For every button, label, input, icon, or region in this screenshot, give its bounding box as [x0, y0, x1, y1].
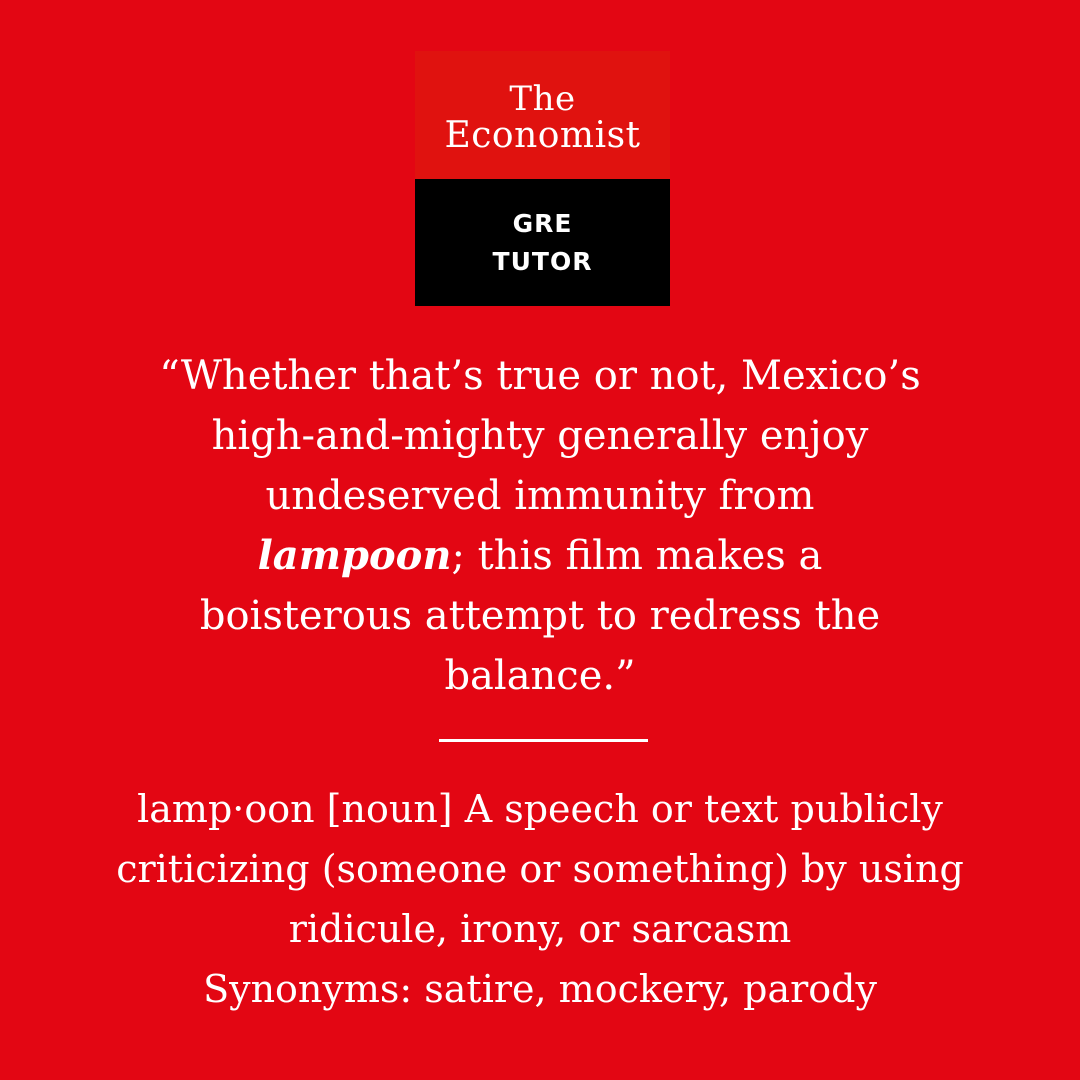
economist-logo: The Economist GRE TUTOR — [415, 51, 670, 306]
definition-line-3: ridicule, irony, or sarcasm — [288, 907, 792, 951]
quote-line-2: high-and-mighty generally enjoy — [211, 413, 869, 459]
quote-line-4-rest: ; this film makes a — [451, 533, 823, 579]
logo-subtitle-block: GRE TUTOR — [415, 179, 670, 306]
logo-economist-text: Economist — [444, 115, 641, 156]
definition-line-1: lamp·oon [noun] A speech or text publicl… — [137, 787, 943, 831]
synonyms-line: Synonyms: satire, mockery, parody — [203, 967, 877, 1011]
quote-line-5: boisterous attempt to redress the — [199, 593, 881, 639]
logo-tutor-text: TUTOR — [492, 246, 593, 276]
quote-line-6: balance.” — [444, 653, 636, 699]
quote-line-3: undeserved immunity from — [265, 473, 815, 519]
quote-line-4: lampoon; this film makes a — [90, 526, 990, 586]
definition-line-2: criticizing (someone or something) by us… — [116, 847, 964, 891]
quote-line-1: “Whether that’s true or not, Mexico’s — [159, 353, 921, 399]
logo-masthead: The Economist — [415, 51, 670, 179]
word-definition: lamp·oon [noun] A speech or text publicl… — [60, 779, 1020, 1019]
logo-the-text: The — [509, 79, 576, 119]
logo-gre-text: GRE — [512, 208, 573, 238]
section-divider — [439, 739, 648, 742]
example-quote: “Whether that’s true or not, Mexico’s hi… — [90, 346, 990, 706]
highlighted-word: lampoon — [257, 532, 452, 579]
